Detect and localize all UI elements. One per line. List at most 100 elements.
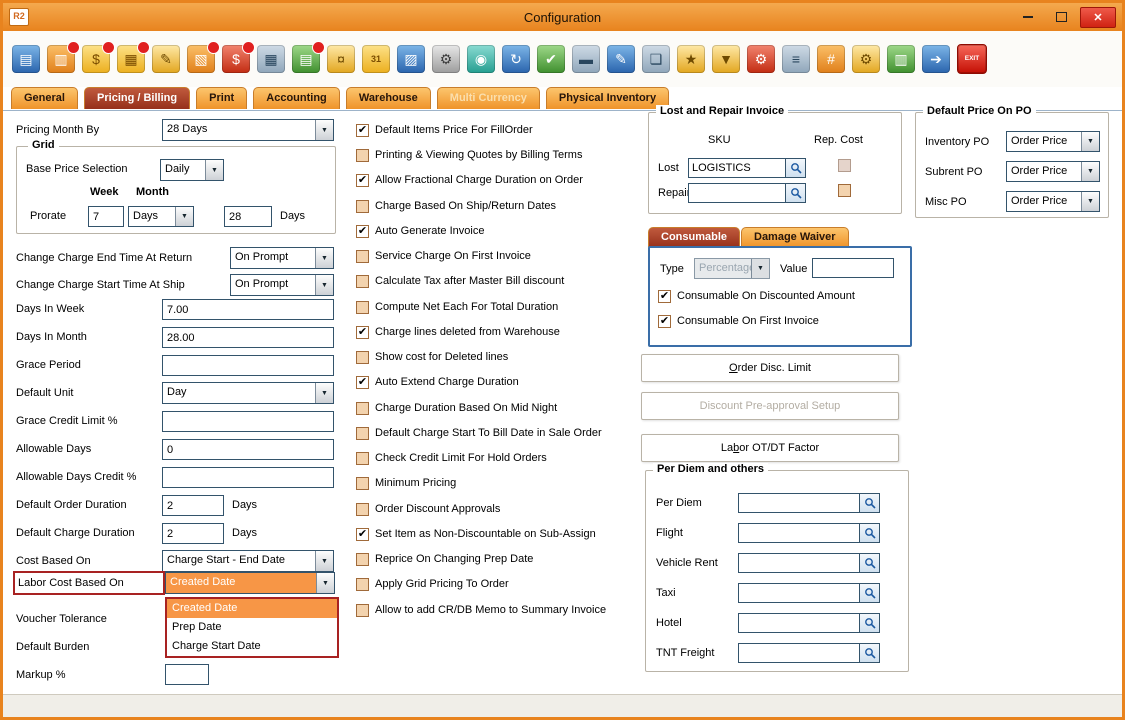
chevron-down-icon[interactable]	[175, 207, 193, 226]
cash-register-icon[interactable]: $	[82, 45, 110, 73]
labor-otdt-factor-button[interactable]: Labor OT/DT Factor	[641, 434, 899, 462]
prorate-week-input[interactable]	[88, 206, 124, 227]
chevron-down-icon[interactable]	[316, 573, 334, 593]
checkbox[interactable]: ✔	[356, 528, 369, 541]
checkbox[interactable]	[356, 503, 369, 516]
prorate-week-unit-select[interactable]: Days	[128, 206, 194, 227]
base-price-selection-select[interactable]: Daily	[160, 159, 224, 181]
award-icon[interactable]: ★	[677, 45, 705, 73]
checkbox-row[interactable]: Minimum Pricing	[356, 475, 456, 491]
tab-damage-waiver[interactable]: Damage Waiver	[741, 227, 849, 247]
search-icon[interactable]	[859, 494, 879, 512]
allowable-days-input[interactable]	[162, 439, 334, 460]
tab-print[interactable]: Print	[196, 87, 247, 109]
tab-warehouse[interactable]: Warehouse	[346, 87, 431, 109]
filter-icon[interactable]: ▼	[712, 45, 740, 73]
checkbox-row[interactable]: Reprice On Changing Prep Date	[356, 551, 533, 567]
search-icon[interactable]	[859, 644, 879, 662]
repair-rep-cost-checkbox[interactable]	[838, 184, 851, 197]
chevron-down-icon[interactable]	[315, 120, 333, 140]
tab-general[interactable]: General	[11, 87, 78, 109]
per-diem-input[interactable]	[739, 494, 859, 512]
checkbox-row[interactable]: ✔Auto Extend Charge Duration	[356, 374, 519, 390]
edit-order-icon[interactable]: ✎	[152, 45, 180, 73]
checkbox-row[interactable]: ✔Auto Generate Invoice	[356, 223, 484, 239]
chevron-down-icon[interactable]	[1081, 162, 1099, 181]
subrent-po-select[interactable]: Order Price	[1006, 161, 1100, 182]
search-icon[interactable]	[859, 554, 879, 572]
checkbox[interactable]	[356, 275, 369, 288]
checkbox-row[interactable]: ✔Default Items Price For FillOrder	[356, 122, 533, 138]
change-end-select[interactable]: On Prompt	[230, 247, 334, 269]
checkbox-row[interactable]: Default Charge Start To Bill Date in Sal…	[356, 425, 602, 441]
chevron-down-icon[interactable]	[1081, 132, 1099, 151]
checkbox[interactable]: ✔	[356, 376, 369, 389]
checkbox[interactable]	[356, 149, 369, 162]
taxi-input[interactable]	[739, 584, 859, 602]
default-charge-duration-input[interactable]	[162, 523, 224, 544]
minimize-button[interactable]	[1014, 8, 1042, 27]
repair-sku-search[interactable]	[688, 183, 806, 203]
cost-based-on-select[interactable]: Charge Start - End Date	[162, 550, 334, 572]
dropdown-option-created-date[interactable]: Created Date	[167, 599, 337, 618]
checkbox-row[interactable]: Service Charge On First Invoice	[356, 248, 531, 264]
accounts-book-icon[interactable]: ▤	[292, 45, 320, 73]
search-icon[interactable]	[859, 584, 879, 602]
days-in-week-input[interactable]	[162, 299, 334, 320]
folder-gear-icon[interactable]: ⚙	[852, 45, 880, 73]
checkbox-row[interactable]: ✔Charge lines deleted from Warehouse	[356, 324, 560, 340]
checkbox[interactable]: ✔	[356, 124, 369, 137]
checkbox-row[interactable]: Apply Grid Pricing To Order	[356, 576, 509, 592]
grace-credit-limit-input[interactable]	[162, 411, 334, 432]
tnt-freight-search[interactable]	[738, 643, 880, 663]
tab-consumable[interactable]: Consumable	[648, 227, 740, 247]
checkbox[interactable]: ✔	[356, 326, 369, 339]
checkbox-row[interactable]: Allow to add CR/DB Memo to Summary Invoi…	[356, 602, 606, 618]
lost-sku-search[interactable]	[688, 158, 806, 178]
markup-input[interactable]	[165, 664, 209, 685]
flight-input[interactable]	[739, 524, 859, 542]
documents-folder-icon[interactable]: ▧	[187, 45, 215, 73]
alert-gear-icon[interactable]: ⚙	[747, 45, 775, 73]
schedule-grid-icon[interactable]: ▦	[257, 45, 285, 73]
hotel-input[interactable]	[739, 614, 859, 632]
checkbox[interactable]: ✔	[356, 225, 369, 238]
checkbox-row[interactable]: Calculate Tax after Master Bill discount	[356, 273, 564, 289]
search-icon[interactable]	[785, 159, 805, 177]
ladder-icon[interactable]: #	[817, 45, 845, 73]
checkbox[interactable]	[356, 402, 369, 415]
checkbox[interactable]	[356, 301, 369, 314]
value-input[interactable]	[812, 258, 894, 278]
labor-cost-based-on-select[interactable]: Created Date	[165, 572, 335, 594]
checkbox[interactable]	[356, 604, 369, 617]
per-diem-search[interactable]	[738, 493, 880, 513]
compose-document-icon[interactable]: ✎	[607, 45, 635, 73]
grace-period-input[interactable]	[162, 355, 334, 376]
chevron-down-icon[interactable]	[205, 160, 223, 180]
maximize-button[interactable]	[1047, 8, 1075, 27]
order-disc-limit-button[interactable]: Order Disc. Limit	[641, 354, 899, 382]
tnt-freight-input[interactable]	[739, 644, 859, 662]
database-icon[interactable]: ▥	[887, 45, 915, 73]
inventory-po-select[interactable]: Order Price	[1006, 131, 1100, 152]
search-icon[interactable]	[859, 614, 879, 632]
checkbox-row[interactable]: ✔Set Item as Non-Discountable on Sub-Ass…	[356, 526, 596, 542]
allowable-days-credit-input[interactable]	[162, 467, 334, 488]
checkbox[interactable]	[356, 200, 369, 213]
close-button[interactable]	[1080, 7, 1116, 28]
repair-sku-input[interactable]	[689, 184, 785, 202]
checkbox[interactable]	[356, 477, 369, 490]
checkbox-row[interactable]: ✔Consumable On Discounted Amount	[658, 288, 855, 304]
checkbox[interactable]	[356, 427, 369, 440]
tab-physical-inventory[interactable]: Physical Inventory	[546, 87, 669, 109]
payments-icon[interactable]: ¤	[327, 45, 355, 73]
dropdown-option-prep-date[interactable]: Prep Date	[167, 618, 337, 637]
chevron-down-icon[interactable]	[315, 551, 333, 571]
exit-icon[interactable]: EXIT	[957, 44, 987, 74]
search-icon[interactable]	[859, 524, 879, 542]
save-icon[interactable]: ▤	[12, 45, 40, 73]
sales-invoice-icon[interactable]: $	[222, 45, 250, 73]
calendar-31-icon[interactable]: 31	[362, 45, 390, 73]
checkbox-row[interactable]: Compute Net Each For Total Duration	[356, 299, 558, 315]
copy-document-icon[interactable]: ❏	[642, 45, 670, 73]
